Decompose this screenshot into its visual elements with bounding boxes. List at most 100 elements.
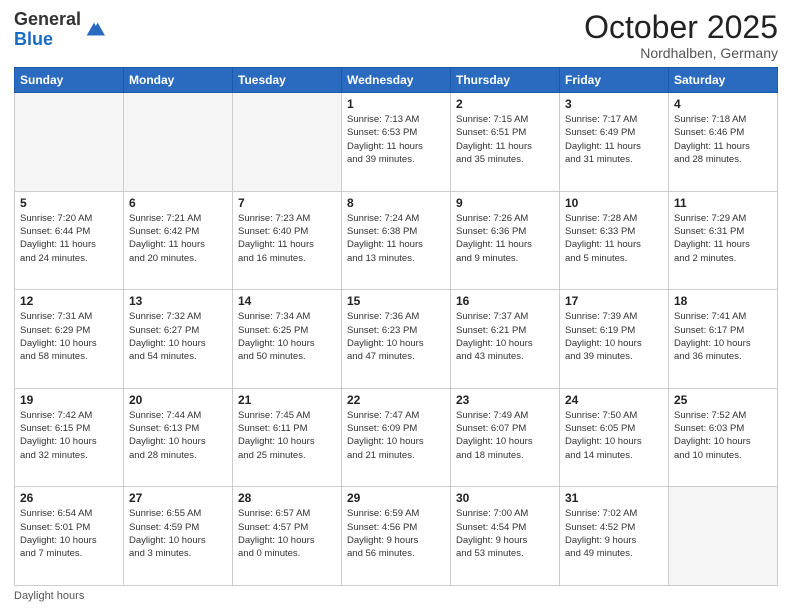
table-row: 28Sunrise: 6:57 AM Sunset: 4:57 PM Dayli…: [233, 487, 342, 586]
footer: Daylight hours: [14, 590, 778, 602]
table-row: 14 Sunrise: 7:34 AM Sunset: 6:25 PM Dayli…: [233, 290, 342, 389]
day-info: Sunrise: 7:18 AM Sunset: 6:46 PM Dayligh…: [674, 113, 772, 166]
calendar-week-row: 5 Sunrise: 7:20 AM Sunset: 6:44 PM Daylig…: [15, 191, 778, 290]
day-info: Sunrise: 7:49 AM Sunset: 6:07 PM Dayligh…: [456, 409, 554, 462]
day-number: 27: [129, 491, 227, 505]
day-info: Sunrise: 7:44 AM Sunset: 6:13 PM Dayligh…: [129, 409, 227, 462]
table-row: 13 Sunrise: 7:32 AM Sunset: 6:27 PM Dayli…: [124, 290, 233, 389]
calendar-week-row: 19Sunrise: 7:42 AM Sunset: 6:15 PM Dayli…: [15, 388, 778, 487]
table-row: 8 Sunrise: 7:24 AM Sunset: 6:38 PM Daylig…: [342, 191, 451, 290]
day-number: 11: [674, 196, 772, 210]
day-info: Sunrise: 6:54 AM Sunset: 5:01 PM Dayligh…: [20, 507, 118, 560]
month-title: October 2025: [584, 10, 778, 45]
table-row: 18 Sunrise: 7:41 AM Sunset: 6:17 PM Dayli…: [669, 290, 778, 389]
day-number: 23: [456, 393, 554, 407]
day-info: Sunrise: 7:20 AM Sunset: 6:44 PM Dayligh…: [20, 212, 118, 265]
table-row: 30Sunrise: 7:00 AM Sunset: 4:54 PM Dayli…: [451, 487, 560, 586]
day-number: 5: [20, 196, 118, 210]
table-row: 9 Sunrise: 7:26 AM Sunset: 6:36 PM Daylig…: [451, 191, 560, 290]
table-row: 3 Sunrise: 7:17 AM Sunset: 6:49 PM Daylig…: [560, 93, 669, 192]
day-number: 4: [674, 97, 772, 111]
day-number: 20: [129, 393, 227, 407]
table-row: 19Sunrise: 7:42 AM Sunset: 6:15 PM Dayli…: [15, 388, 124, 487]
day-number: 14: [238, 294, 336, 308]
col-saturday: Saturday: [669, 68, 778, 93]
page: General Blue October 2025 Nordhalben, Ge…: [0, 0, 792, 612]
day-number: 24: [565, 393, 663, 407]
day-number: 22: [347, 393, 445, 407]
day-number: 29: [347, 491, 445, 505]
logo-icon: [83, 19, 105, 41]
day-info: Sunrise: 7:23 AM Sunset: 6:40 PM Dayligh…: [238, 212, 336, 265]
day-number: 6: [129, 196, 227, 210]
table-row: [669, 487, 778, 586]
day-number: 8: [347, 196, 445, 210]
table-row: 25Sunrise: 7:52 AM Sunset: 6:03 PM Dayli…: [669, 388, 778, 487]
day-info: Sunrise: 7:47 AM Sunset: 6:09 PM Dayligh…: [347, 409, 445, 462]
table-row: 29Sunrise: 6:59 AM Sunset: 4:56 PM Dayli…: [342, 487, 451, 586]
calendar-table: Sunday Monday Tuesday Wednesday Thursday…: [14, 67, 778, 586]
day-info: Sunrise: 7:17 AM Sunset: 6:49 PM Dayligh…: [565, 113, 663, 166]
day-number: 17: [565, 294, 663, 308]
day-info: Sunrise: 7:29 AM Sunset: 6:31 PM Dayligh…: [674, 212, 772, 265]
day-info: Sunrise: 7:26 AM Sunset: 6:36 PM Dayligh…: [456, 212, 554, 265]
table-row: 10Sunrise: 7:28 AM Sunset: 6:33 PM Dayli…: [560, 191, 669, 290]
calendar-week-row: 26 Sunrise: 6:54 AM Sunset: 5:01 PM Dayli…: [15, 487, 778, 586]
table-row: 21Sunrise: 7:45 AM Sunset: 6:11 PM Dayli…: [233, 388, 342, 487]
day-number: 9: [456, 196, 554, 210]
day-info: Sunrise: 7:02 AM Sunset: 4:52 PM Dayligh…: [565, 507, 663, 560]
table-row: [124, 93, 233, 192]
table-row: 15Sunrise: 7:36 AM Sunset: 6:23 PM Dayli…: [342, 290, 451, 389]
day-number: 16: [456, 294, 554, 308]
table-row: 7 Sunrise: 7:23 AM Sunset: 6:40 PM Daylig…: [233, 191, 342, 290]
day-number: 19: [20, 393, 118, 407]
table-row: 23 Sunrise: 7:49 AM Sunset: 6:07 PM Dayli…: [451, 388, 560, 487]
table-row: 12Sunrise: 7:31 AM Sunset: 6:29 PM Dayli…: [15, 290, 124, 389]
day-number: 10: [565, 196, 663, 210]
logo-blue: Blue: [14, 29, 53, 49]
calendar-week-row: 12Sunrise: 7:31 AM Sunset: 6:29 PM Dayli…: [15, 290, 778, 389]
day-number: 26: [20, 491, 118, 505]
col-monday: Monday: [124, 68, 233, 93]
day-info: Sunrise: 6:55 AM Sunset: 4:59 PM Dayligh…: [129, 507, 227, 560]
day-number: 1: [347, 97, 445, 111]
table-row: 17Sunrise: 7:39 AM Sunset: 6:19 PM Dayli…: [560, 290, 669, 389]
day-info: Sunrise: 7:50 AM Sunset: 6:05 PM Dayligh…: [565, 409, 663, 462]
day-info: Sunrise: 7:32 AM Sunset: 6:27 PM Dayligh…: [129, 310, 227, 363]
day-number: 7: [238, 196, 336, 210]
title-block: October 2025 Nordhalben, Germany: [584, 10, 778, 61]
table-row: 16Sunrise: 7:37 AM Sunset: 6:21 PM Dayli…: [451, 290, 560, 389]
day-info: Sunrise: 7:00 AM Sunset: 4:54 PM Dayligh…: [456, 507, 554, 560]
day-info: Sunrise: 7:24 AM Sunset: 6:38 PM Dayligh…: [347, 212, 445, 265]
day-info: Sunrise: 7:41 AM Sunset: 6:17 PM Dayligh…: [674, 310, 772, 363]
logo: General Blue: [14, 10, 105, 50]
day-number: 15: [347, 294, 445, 308]
calendar-header-row: Sunday Monday Tuesday Wednesday Thursday…: [15, 68, 778, 93]
calendar-week-row: 1 Sunrise: 7:13 AM Sunset: 6:53 PM Daylig…: [15, 93, 778, 192]
table-row: 20 Sunrise: 7:44 AM Sunset: 6:13 PM Dayli…: [124, 388, 233, 487]
table-row: 27 Sunrise: 6:55 AM Sunset: 4:59 PM Dayli…: [124, 487, 233, 586]
daylight-hours-label: Daylight hours: [14, 590, 84, 602]
header: General Blue October 2025 Nordhalben, Ge…: [14, 10, 778, 61]
col-tuesday: Tuesday: [233, 68, 342, 93]
day-info: Sunrise: 7:21 AM Sunset: 6:42 PM Dayligh…: [129, 212, 227, 265]
logo-general: General: [14, 9, 81, 29]
table-row: 1 Sunrise: 7:13 AM Sunset: 6:53 PM Daylig…: [342, 93, 451, 192]
col-wednesday: Wednesday: [342, 68, 451, 93]
day-info: Sunrise: 7:52 AM Sunset: 6:03 PM Dayligh…: [674, 409, 772, 462]
day-number: 13: [129, 294, 227, 308]
day-info: Sunrise: 7:34 AM Sunset: 6:25 PM Dayligh…: [238, 310, 336, 363]
day-number: 12: [20, 294, 118, 308]
day-info: Sunrise: 7:13 AM Sunset: 6:53 PM Dayligh…: [347, 113, 445, 166]
day-info: Sunrise: 7:15 AM Sunset: 6:51 PM Dayligh…: [456, 113, 554, 166]
day-number: 3: [565, 97, 663, 111]
day-number: 18: [674, 294, 772, 308]
col-friday: Friday: [560, 68, 669, 93]
col-thursday: Thursday: [451, 68, 560, 93]
table-row: 5 Sunrise: 7:20 AM Sunset: 6:44 PM Daylig…: [15, 191, 124, 290]
day-info: Sunrise: 7:45 AM Sunset: 6:11 PM Dayligh…: [238, 409, 336, 462]
table-row: 4 Sunrise: 7:18 AM Sunset: 6:46 PM Daylig…: [669, 93, 778, 192]
day-number: 31: [565, 491, 663, 505]
table-row: 26 Sunrise: 6:54 AM Sunset: 5:01 PM Dayli…: [15, 487, 124, 586]
table-row: 2Sunrise: 7:15 AM Sunset: 6:51 PM Daylig…: [451, 93, 560, 192]
